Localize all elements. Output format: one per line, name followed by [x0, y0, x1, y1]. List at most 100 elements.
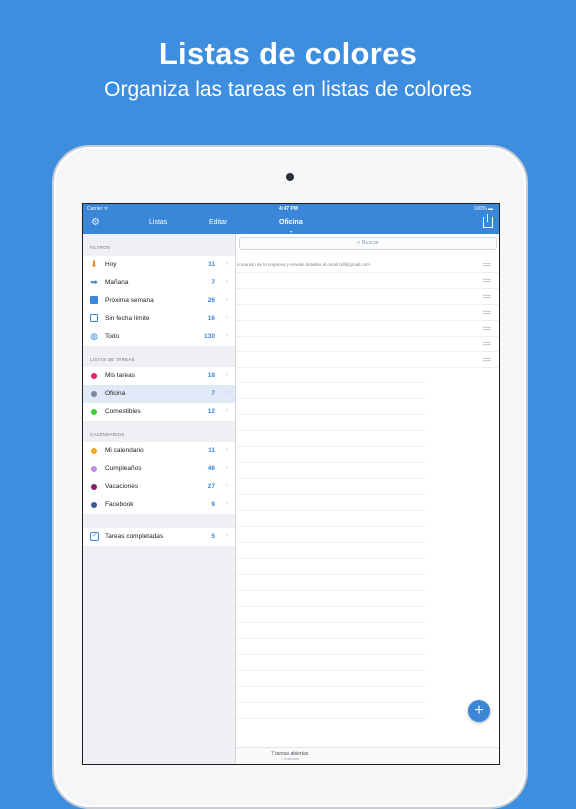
sidebar-item-count: 7 — [211, 279, 215, 286]
arrow-down-icon: ⬇ — [90, 259, 98, 269]
globe-icon: ◍ — [90, 331, 98, 341]
sidebar-item-comestibles[interactable]: Comestibles 12 › — [83, 403, 235, 422]
checkbox-icon: ✓ — [90, 532, 99, 541]
sidebar-item-count: 11 — [208, 447, 215, 454]
finished-tasks-count: 1 finalizada — [281, 757, 299, 761]
status-bar: Carrier ᯤ 4:47 PM 100% ▬ — [83, 204, 499, 214]
chevron-right-icon: › — [225, 296, 228, 303]
sidebar-item-label: Todo — [105, 333, 120, 340]
divider — [235, 702, 425, 703]
camera-icon — [286, 173, 294, 181]
lists-title: Listas — [149, 219, 168, 226]
sidebar-item-label: Próxima semana — [105, 297, 154, 304]
sidebar-item-label: Tareas completadas — [105, 533, 164, 540]
sidebar-item-cumpleanos[interactable]: Cumpleaños 46 › — [83, 460, 235, 479]
sidebar-item-label: Hoy — [105, 261, 117, 268]
current-list-title[interactable]: Oficina — [279, 219, 303, 226]
task-row[interactable] — [235, 351, 499, 368]
task-row[interactable]: a reunión de la empresa y enviale detall… — [235, 256, 499, 273]
task-row[interactable] — [235, 288, 499, 305]
edit-button[interactable]: Editar — [209, 219, 227, 226]
app-screen: Carrier ᯤ 4:47 PM 100% ▬ ⚙ Listas Editar… — [82, 203, 500, 765]
sidebar-item-label: Mañana — [105, 279, 129, 286]
divider — [235, 494, 425, 495]
sidebar-item-count: 27 — [207, 483, 215, 490]
chevron-right-icon: › — [225, 389, 228, 396]
sidebar-item-mi-calendario[interactable]: Mi calendario 11 › — [83, 442, 235, 461]
sidebar-item-proxima-semana[interactable]: Próxima semana 26 › — [83, 292, 235, 311]
divider — [235, 462, 425, 463]
color-dot-icon — [91, 502, 97, 508]
sidebar-item-count: 9 — [211, 501, 215, 508]
sidebar-item-count: 7 — [211, 390, 215, 397]
task-footer: 7 tareas abiertas 1 finalizada — [235, 747, 499, 764]
task-row[interactable] — [235, 272, 499, 289]
divider — [235, 542, 425, 543]
chevron-right-icon: › — [225, 371, 228, 378]
chevron-right-icon: › — [225, 314, 228, 321]
chevron-right-icon: › — [225, 278, 228, 285]
sidebar-item-hoy[interactable]: ⬇ Hoy 11 › — [83, 256, 235, 275]
chevron-right-icon: › — [225, 260, 228, 267]
search-input[interactable]: ⌕ Buscar — [239, 237, 497, 250]
divider — [235, 398, 425, 399]
task-row[interactable] — [235, 304, 499, 321]
color-dot-icon — [91, 484, 97, 490]
search-placeholder: Buscar — [361, 240, 379, 246]
calendar-icon — [90, 314, 98, 322]
sidebar-item-vacaciones[interactable]: Vacaciones 27 › — [83, 478, 235, 497]
chevron-right-icon: › — [225, 532, 228, 539]
divider — [235, 686, 425, 687]
add-task-button[interactable]: + — [468, 700, 490, 722]
sidebar-item-label: Mi calendario — [105, 447, 144, 454]
sidebar-item-todo[interactable]: ◍ Todo 130 › — [83, 328, 235, 347]
divider — [235, 622, 425, 623]
filters-section-header: FILTROS — [90, 245, 111, 250]
task-text: a reunión de la empresa y enviale detall… — [237, 262, 370, 267]
sidebar-item-count: 46 — [207, 465, 215, 472]
sidebar-item-label: Mis tareas — [105, 372, 135, 379]
sidebar-item-count: 12 — [207, 408, 215, 415]
divider — [235, 478, 425, 479]
divider — [235, 638, 425, 639]
task-row[interactable] — [235, 335, 499, 352]
divider — [235, 606, 425, 607]
drag-handle-icon[interactable] — [483, 327, 491, 328]
sidebar-item-label: Sin fecha límite — [105, 315, 150, 322]
hero-title: Listas de colores — [158, 36, 418, 71]
gear-icon[interactable]: ⚙ — [91, 218, 101, 228]
chevron-right-icon: › — [225, 482, 228, 489]
sidebar-item-oficina[interactable]: Oficina 7 › — [83, 385, 235, 404]
sidebar-item-count: 11 — [208, 261, 215, 268]
drag-handle-icon[interactable] — [483, 342, 491, 343]
drag-handle-icon[interactable] — [483, 358, 491, 359]
sidebar: FILTROS ⬇ Hoy 11 › ➡ Mañana 7 › Próxima … — [83, 234, 236, 764]
sidebar-item-count: 18 — [207, 372, 215, 379]
battery-indicator: 100% ▬ — [473, 206, 493, 212]
sidebar-item-label: Oficina — [105, 390, 126, 397]
sidebar-item-manana[interactable]: ➡ Mañana 7 › — [83, 274, 235, 293]
sidebar-item-label: Cumpleaños — [105, 465, 142, 472]
sidebar-item-facebook[interactable]: Facebook 9 › — [83, 496, 235, 515]
sidebar-item-mis-tareas[interactable]: Mis tareas 18 › — [83, 367, 235, 386]
divider — [235, 670, 425, 671]
drag-handle-icon[interactable] — [483, 263, 491, 264]
divider — [235, 446, 425, 447]
divider — [235, 574, 425, 575]
sidebar-item-sin-fecha[interactable]: Sin fecha límite 16 › — [83, 310, 235, 329]
color-dot-icon — [91, 409, 97, 415]
chevron-right-icon: › — [225, 500, 228, 507]
sidebar-item-tareas-completadas[interactable]: ✓ Tareas completadas 5 › — [83, 528, 235, 547]
share-icon[interactable] — [483, 214, 493, 228]
drag-handle-icon[interactable] — [483, 311, 491, 312]
lists-section-header: LISTAS DE TAREAS — [90, 357, 135, 362]
chevron-right-icon: › — [225, 464, 228, 471]
sidebar-item-label: Facebook — [105, 501, 134, 508]
sidebar-item-label: Comestibles — [105, 408, 141, 415]
color-dot-icon — [91, 466, 97, 472]
drag-handle-icon[interactable] — [483, 279, 491, 280]
drag-handle-icon[interactable] — [483, 295, 491, 296]
chevron-right-icon: › — [225, 332, 228, 339]
calendars-section-header: CALENDARIOS — [90, 432, 125, 437]
arrow-right-icon: ➡ — [90, 277, 98, 287]
